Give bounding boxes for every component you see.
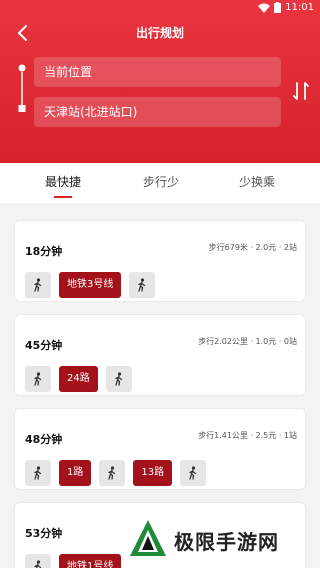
- walk-icon: [25, 272, 51, 298]
- transit-line-badge: 1路: [59, 460, 92, 486]
- route-segments: 1路 13路: [25, 460, 207, 486]
- route-card[interactable]: 18分钟 步行679米 · 2.0元 · 2站地铁3号线: [14, 220, 306, 302]
- tab-indicator: [54, 196, 72, 198]
- route-duration: 45分钟: [25, 339, 63, 352]
- route-card[interactable]: 48分钟 步行1.41公里 · 2.5元 · 1站 1路 13路: [14, 408, 306, 490]
- route-duration: 48分钟: [25, 433, 63, 446]
- watermark-logo-icon: [130, 520, 166, 556]
- transit-line-badge: 24路: [59, 366, 98, 392]
- swap-icon[interactable]: [292, 81, 310, 101]
- route-duration: 53分钟: [25, 527, 63, 540]
- origin-input[interactable]: 当前位置: [34, 57, 281, 87]
- walk-icon: [105, 366, 132, 392]
- transit-line-badge: 地铁3号线: [59, 272, 122, 298]
- walk-icon: [129, 272, 156, 298]
- page-title: 出行规划: [135, 26, 184, 40]
- route-summary: 步行1.41公里 · 2.5元 · 1站: [198, 431, 297, 440]
- route-tabs: 最快捷 步行少 少换乘: [0, 163, 320, 203]
- route-summary: 步行2.02公里 · 1.0元 · 0站: [198, 337, 297, 346]
- route-segments: 地铁3号线: [25, 272, 156, 298]
- destination-input[interactable]: 天津站(北进站口): [34, 97, 281, 127]
- route-dots-icon: [18, 64, 26, 112]
- route-segments: 地铁1号线: [25, 554, 122, 568]
- wifi-icon: [258, 3, 271, 13]
- watermark: 极限手游网: [128, 518, 279, 562]
- tab-fastest[interactable]: 最快捷: [45, 173, 81, 190]
- tab-fewer-transfers[interactable]: 少换乘: [239, 173, 275, 190]
- status-bar: 11:01: [0, 0, 320, 18]
- route-segments: 24路: [25, 366, 132, 392]
- route-summary: 步行679米 · 2.0元 · 2站: [208, 243, 297, 252]
- walk-icon: [25, 554, 51, 568]
- route-duration: 18分钟: [25, 245, 63, 258]
- battery-icon: [274, 2, 282, 13]
- transit-line-badge: 13路: [133, 460, 173, 486]
- tab-less-walking[interactable]: 步行少: [143, 173, 179, 190]
- header: 11:01 出行规划 当前位置 天津站(北进站口): [0, 0, 320, 163]
- status-time: 11:01: [285, 2, 314, 13]
- transit-line-badge: 地铁1号线: [59, 554, 122, 568]
- watermark-text: 极限手游网: [174, 529, 279, 554]
- walk-icon: [25, 366, 51, 392]
- walk-icon: [25, 460, 51, 486]
- route-card[interactable]: 45分钟 步行2.02公里 · 1.0元 · 0站 24路: [14, 314, 306, 396]
- walk-icon: [99, 460, 126, 486]
- walk-icon: [180, 460, 207, 486]
